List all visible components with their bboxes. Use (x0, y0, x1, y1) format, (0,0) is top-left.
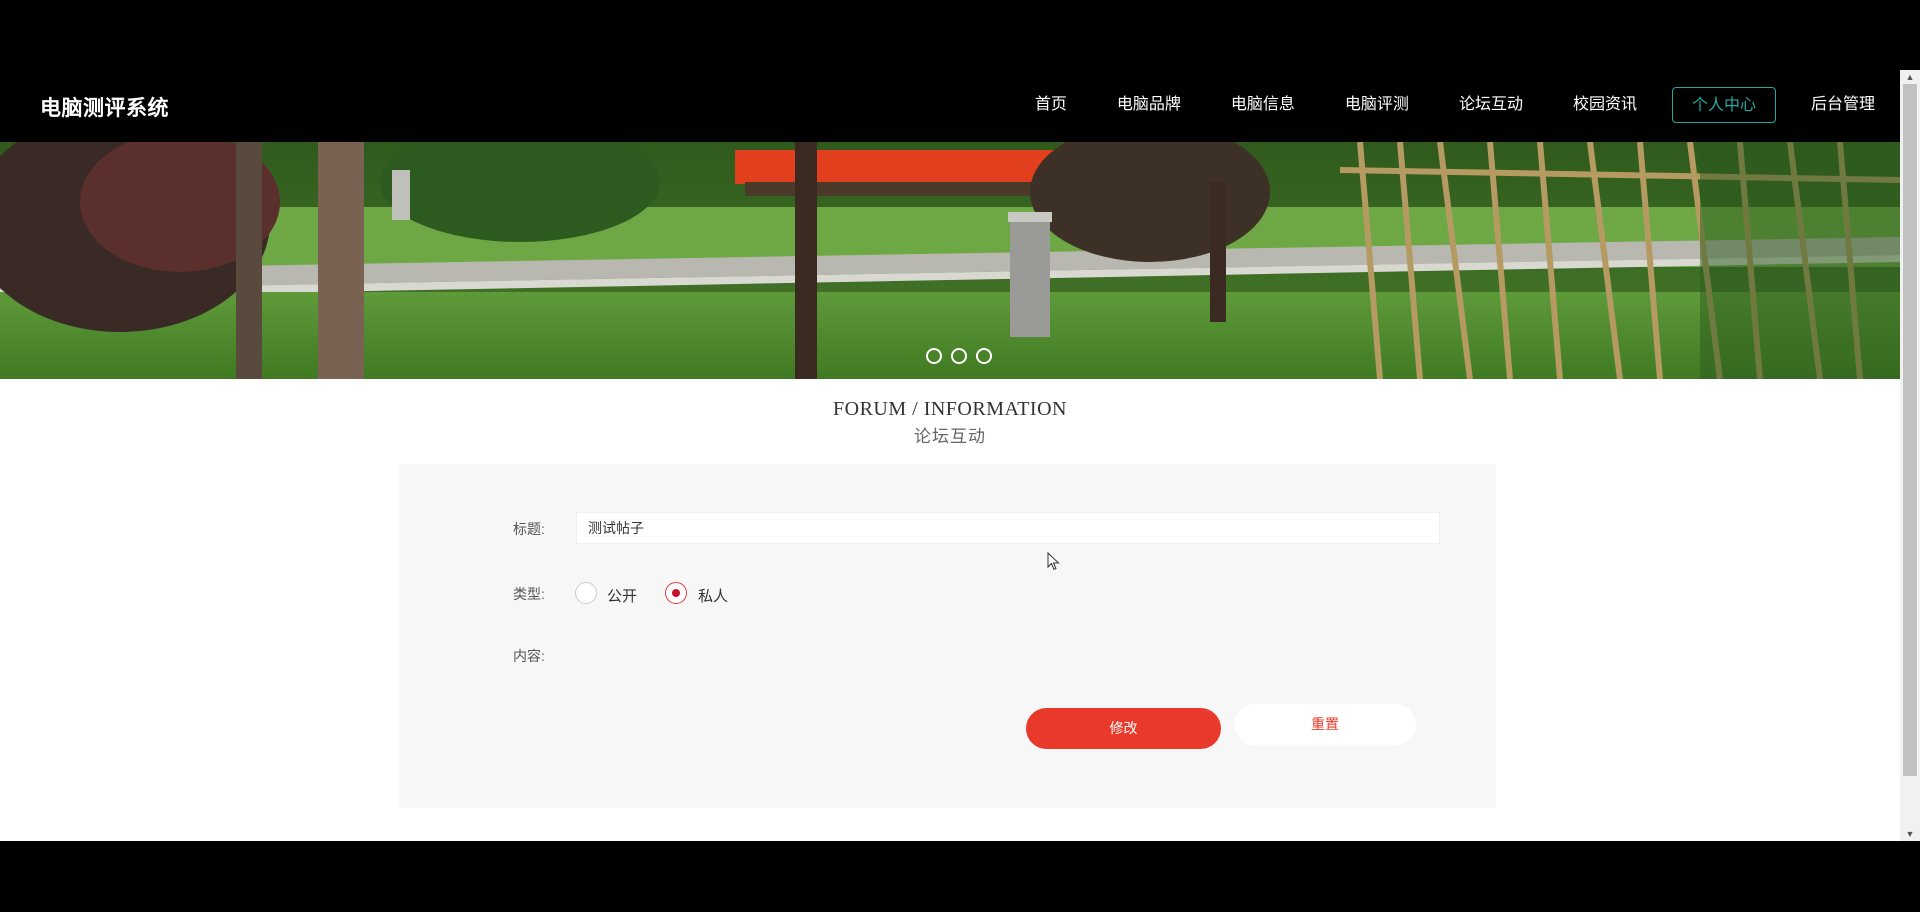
banner-image (0, 142, 1900, 379)
type-option-private-label[interactable]: 私人 (698, 585, 728, 606)
nav-item-forum[interactable]: 论坛互动 (1434, 87, 1548, 123)
screen-letterbox-bottom (0, 841, 1920, 912)
title-label: 标题: (513, 521, 545, 537)
nav-item-reviews[interactable]: 电脑评测 (1320, 87, 1434, 123)
scroll-thumb[interactable] (1903, 84, 1917, 776)
nav-item-campus-news[interactable]: 校园资讯 (1548, 87, 1662, 123)
banner-carousel[interactable] (0, 142, 1900, 379)
section-title-cn: 论坛互动 (914, 427, 986, 446)
title-input[interactable]: 测试帖子 (576, 512, 1440, 544)
carousel-dot-1[interactable] (926, 348, 942, 364)
screen-letterbox-top (0, 0, 1920, 70)
page-scrollbar[interactable]: ▲ ▼ (1900, 70, 1920, 841)
type-radio-private[interactable] (665, 582, 687, 604)
nav-item-brands[interactable]: 电脑品牌 (1092, 87, 1206, 123)
nav-item-personal-center[interactable]: 个人中心 (1671, 87, 1776, 123)
nav-item-computer-info[interactable]: 电脑信息 (1206, 87, 1320, 123)
section-title-en: FORUM / INFORMATION (833, 398, 1067, 420)
section-heading: FORUM / INFORMATION 论坛互动 (0, 398, 1900, 447)
site-brand[interactable]: 电脑测评系统 (40, 92, 169, 122)
scroll-down-arrow-icon[interactable]: ▼ (1900, 827, 1920, 841)
save-button[interactable]: 修改 (1026, 708, 1221, 749)
content-label: 内容: (513, 648, 545, 664)
browser-page: 电脑测评系统 首页 电脑品牌 电脑信息 电脑评测 论坛互动 校园资讯 个人中心 … (0, 70, 1920, 841)
scroll-up-arrow-icon[interactable]: ▲ (1900, 70, 1920, 84)
type-option-public-label[interactable]: 公开 (607, 585, 637, 606)
carousel-indicators (926, 348, 992, 364)
mouse-pointer-icon (1047, 552, 1060, 571)
type-label: 类型: (513, 586, 545, 602)
reset-button[interactable]: 重置 (1234, 704, 1416, 745)
carousel-dot-3[interactable] (976, 348, 992, 364)
nav-item-home[interactable]: 首页 (1010, 87, 1092, 123)
forum-edit-form: 标题: 测试帖子 类型: 公开 私人 内容: 修改 重置 (399, 464, 1496, 808)
nav-item-admin[interactable]: 后台管理 (1786, 87, 1900, 123)
main-nav: 首页 电脑品牌 电脑信息 电脑评测 论坛互动 校园资讯 个人中心 后台管理 (1010, 86, 1900, 124)
type-radio-public[interactable] (575, 582, 597, 604)
carousel-dot-2[interactable] (951, 348, 967, 364)
site-header: 电脑测评系统 首页 电脑品牌 电脑信息 电脑评测 论坛互动 校园资讯 个人中心 … (0, 70, 1900, 142)
